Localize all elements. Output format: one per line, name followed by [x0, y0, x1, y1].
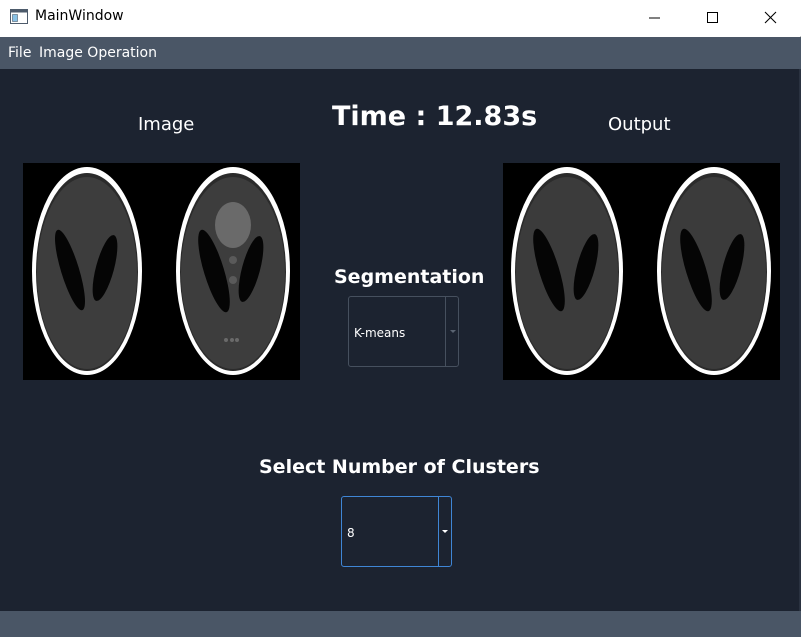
- image-label: Image: [138, 114, 195, 135]
- segmentation-label: Segmentation: [334, 266, 485, 288]
- main-window: MainWindow File Image Operation Image Ti…: [0, 0, 801, 637]
- minimize-button[interactable]: [626, 0, 684, 36]
- close-icon: [764, 11, 777, 24]
- time-label: Time : 12.83s: [332, 101, 538, 132]
- combobox-separator: [438, 497, 439, 566]
- maximize-button[interactable]: [684, 0, 742, 36]
- close-button[interactable]: [742, 0, 800, 36]
- clusters-value: 8: [347, 526, 355, 540]
- input-image: [23, 163, 300, 380]
- status-bar: [0, 611, 801, 637]
- segmentation-value: K-means: [354, 326, 406, 340]
- window-icon: [10, 9, 28, 24]
- window-edge: [799, 69, 801, 611]
- minimize-icon: [649, 17, 660, 19]
- menu-image-operation[interactable]: Image Operation: [39, 45, 157, 61]
- maximize-icon: [707, 12, 718, 23]
- menu-bar: File Image Operation: [0, 37, 801, 69]
- title-bar[interactable]: MainWindow: [0, 0, 801, 36]
- chevron-down-icon[interactable]: [450, 330, 456, 333]
- menu-file[interactable]: File: [8, 45, 31, 61]
- segmentation-combobox[interactable]: K-means: [348, 296, 459, 367]
- chevron-down-icon[interactable]: [442, 530, 448, 533]
- combobox-separator: [445, 297, 446, 366]
- output-image: [503, 163, 780, 380]
- clusters-combobox[interactable]: 8: [341, 496, 452, 567]
- clusters-label: Select Number of Clusters: [259, 456, 540, 478]
- window-title: MainWindow: [35, 8, 124, 24]
- output-label: Output: [608, 114, 671, 135]
- central-widget: Image Time : 12.83s Output Segmentation …: [0, 69, 801, 611]
